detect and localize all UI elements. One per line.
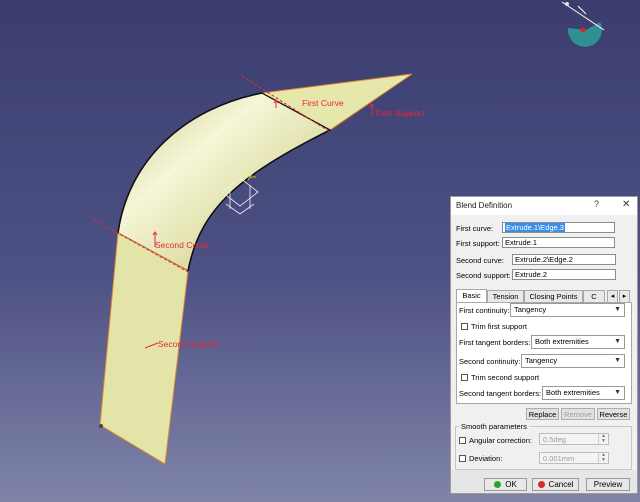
smooth-parameters-label: Smooth parameters [459, 422, 529, 431]
tab-basic[interactable]: Basic [456, 289, 487, 303]
cancel-icon [537, 481, 545, 488]
chevron-down-icon: ▼ [614, 389, 621, 396]
second-continuity-select[interactable]: Tangency ▼ [521, 354, 625, 368]
second-curve-field[interactable]: Extrude.2\Edge.2 [512, 254, 616, 265]
second-support-field[interactable]: Extrude.2 [512, 269, 616, 280]
first-support-field-label: First support: [456, 239, 500, 248]
cancel-button[interactable]: Cancel [532, 478, 579, 491]
chevron-down-icon: ▼ [614, 357, 621, 364]
first-curve-field[interactable]: Extrude.1\Edge.3 [502, 222, 615, 233]
first-continuity-label: First continuity: [459, 306, 510, 315]
second-curve-field-label: Second curve: [456, 256, 504, 265]
first-tangent-borders-label: First tangent borders: [459, 338, 531, 347]
second-continuity-label: Second continuity: [459, 357, 521, 366]
trim-first-support-checkbox[interactable] [461, 323, 468, 330]
deviation-checkbox[interactable] [459, 455, 466, 462]
compass-icon[interactable] [561, 1, 605, 47]
angular-correction-checkbox[interactable] [459, 437, 466, 444]
replace-button[interactable]: Replace [526, 408, 559, 420]
remove-button[interactable]: Remove [561, 408, 595, 420]
second-support-label: Second Support [158, 339, 220, 349]
close-button[interactable]: ✕ [622, 199, 630, 210]
angular-correction-label: Angular correction: [469, 436, 532, 445]
reverse-button[interactable]: Reverse [597, 408, 630, 420]
spinner-icon: ▲ ▼ [598, 453, 608, 463]
ok-button[interactable]: OK [484, 478, 527, 491]
trim-second-support-checkbox[interactable] [461, 374, 468, 381]
help-button[interactable]: ? [594, 199, 599, 209]
second-tangent-borders-select[interactable]: Both extremities ▼ [542, 386, 625, 400]
trim-second-support-label: Trim second support [471, 373, 540, 382]
chevron-down-icon: ▼ [614, 338, 621, 345]
chevron-down-icon: ▼ [614, 306, 621, 313]
blend-surface[interactable] [117, 92, 332, 272]
second-support-field-label: Second support: [456, 271, 511, 280]
ok-icon [494, 481, 502, 488]
preview-button[interactable]: Preview [586, 478, 630, 491]
first-support-label: First Support [376, 108, 425, 118]
first-curve-field-label: First curve: [456, 224, 494, 233]
second-tangent-borders-label: Second tangent borders: [459, 389, 542, 398]
deviation-label: Deviation: [469, 454, 503, 463]
second-curve-label: Second Curve [155, 240, 209, 250]
deviation-field: 0.001mm ▲ ▼ [539, 452, 609, 464]
dialog-titlebar[interactable]: Blend Definition ? ✕ [451, 197, 637, 215]
trim-first-support-label: Trim first support [471, 322, 527, 331]
first-curve-label: First Curve [302, 98, 344, 108]
dialog-title: Blend Definition [456, 201, 513, 210]
angular-correction-field: 0.5deg ▲ ▼ [539, 433, 609, 445]
spinner-icon: ▲ ▼ [598, 434, 608, 444]
first-support-field[interactable]: Extrude.1 [502, 237, 615, 248]
first-continuity-select[interactable]: Tangency ▼ [510, 303, 625, 317]
first-tangent-borders-select[interactable]: Both extremities ▼ [531, 335, 625, 349]
